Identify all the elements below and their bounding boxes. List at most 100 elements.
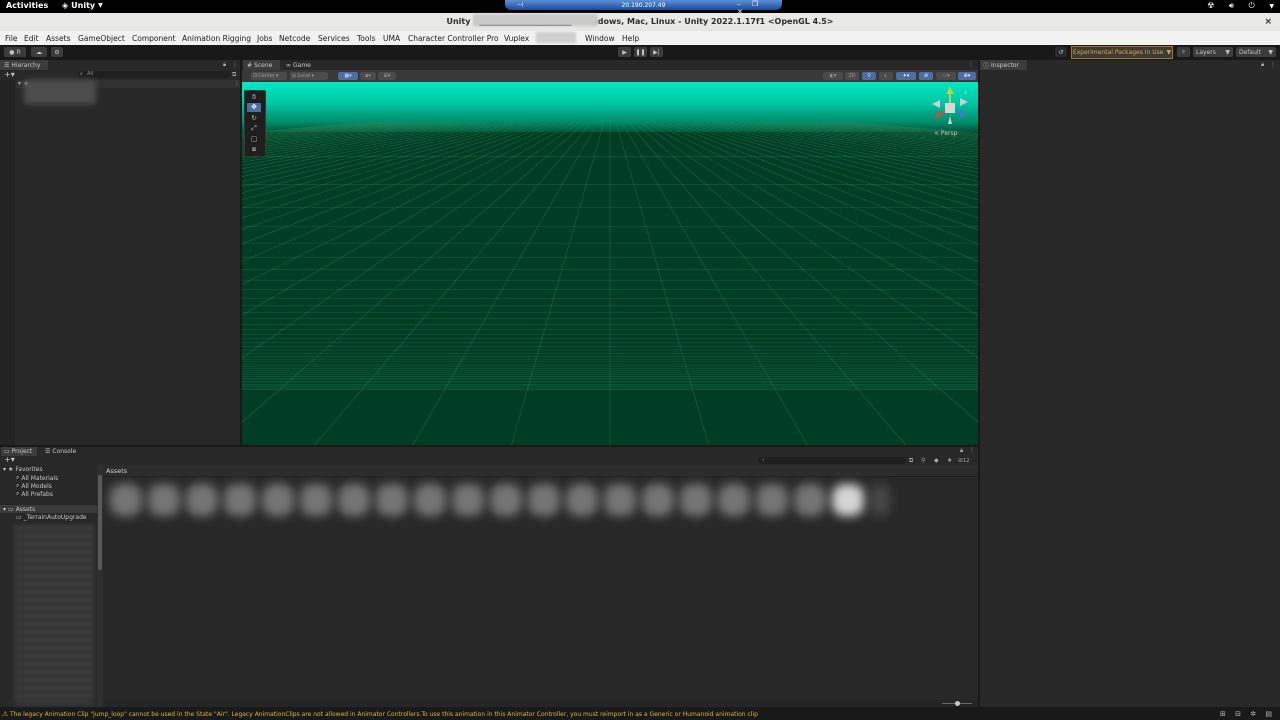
perspective-toggle[interactable]: < Persp <box>934 130 957 137</box>
menu-character-controller-pro[interactable]: Character Controller Pro <box>408 34 499 43</box>
favorite-all-materials[interactable]: ⌕ All Materials <box>16 474 58 482</box>
transform-tool-icon[interactable]: ⧇ <box>247 145 261 154</box>
cloud-button[interactable]: ☁ <box>31 47 47 57</box>
asset-thumbnail[interactable] <box>794 484 826 516</box>
menu-netcode[interactable]: Netcode <box>279 34 310 43</box>
app-menu-button[interactable]: ◈ Unity ▼ <box>62 1 103 10</box>
notifications-icon[interactable]: ▤ <box>1265 710 1272 718</box>
accessibility-icon[interactable]: ☢ <box>1207 1 1214 10</box>
star-icon[interactable]: ★ <box>947 457 952 464</box>
asset-thumbnail[interactable] <box>262 484 294 516</box>
hierarchy-search-input[interactable]: All <box>78 71 231 78</box>
snap-increment-button[interactable]: ⧈▾ <box>360 72 376 80</box>
rotate-tool-icon[interactable]: ↻ <box>247 114 261 123</box>
favorite-all-models[interactable]: ⌕ All Models <box>16 482 52 490</box>
asset-thumbnail[interactable] <box>832 484 864 516</box>
menu-window[interactable]: Window <box>585 34 615 43</box>
asset-thumbnail[interactable] <box>300 484 332 516</box>
asset-thumbnail[interactable] <box>414 484 446 516</box>
menu-gameobject[interactable]: GameObject <box>78 34 125 43</box>
debug-mode-icon[interactable]: ✲ <box>1250 710 1256 718</box>
menu-component[interactable]: Component <box>132 34 176 43</box>
scene-visibility-toggle[interactable]: ⊘ <box>919 72 933 80</box>
asset-thumbnail[interactable] <box>490 484 522 516</box>
scene-viewport[interactable] <box>242 82 978 445</box>
tab-game[interactable]: ∞ Game <box>283 60 317 70</box>
asset-thumbnail[interactable] <box>756 484 788 516</box>
lock-icon[interactable]: 🔒︎ <box>223 61 226 69</box>
rect-tool-icon[interactable]: ▢ <box>247 135 261 144</box>
asset-thumbnail[interactable] <box>566 484 598 516</box>
asset-thumbnail[interactable] <box>870 484 890 516</box>
pause-button[interactable]: ❚❚ <box>634 47 647 57</box>
status-bar[interactable]: ⚠ The legacy Animation Clip "jump_loop" … <box>0 709 1280 720</box>
scale-tool-icon[interactable]: ⤢ <box>247 124 261 133</box>
cache-icon[interactable]: ⊟ <box>1235 710 1241 718</box>
asset-thumbnail[interactable] <box>224 484 256 516</box>
tab-inspector[interactable]: ⓘ Inspector <box>980 60 1027 70</box>
search-button[interactable]: ⌕ <box>1177 47 1190 57</box>
move-tool-icon[interactable]: ✥ <box>247 103 261 112</box>
search-by-label-icon[interactable]: ⚲ <box>921 457 925 464</box>
folder-terrain-auto-upgrade[interactable]: ▭ _TerrainAutoUpgrade <box>16 514 87 521</box>
menu-assets[interactable]: Assets <box>46 34 70 43</box>
power-icon[interactable]: ⏻ <box>1249 1 1255 10</box>
menu-uma[interactable]: UMA <box>383 34 400 43</box>
step-button[interactable]: ▶| <box>650 47 663 57</box>
pivot-dropdown[interactable]: ⊡ Center ▾ <box>251 72 287 80</box>
hidden-packages-toggle[interactable]: ⊘ 12 <box>958 457 969 464</box>
menu-jobs[interactable]: Jobs <box>257 34 272 43</box>
menu-vuplex[interactable]: Vuplex <box>504 34 529 43</box>
hand-tool-icon[interactable]: ✋︎ <box>247 93 261 102</box>
more-options-icon[interactable]: ⋮ <box>969 447 975 454</box>
asset-thumbnail[interactable] <box>718 484 750 516</box>
volume-icon[interactable]: 🔊︎ <box>1229 1 1234 10</box>
account-button[interactable]: ● R <box>4 47 26 57</box>
menu-animation-rigging[interactable]: Animation Rigging <box>182 34 251 43</box>
camera-dropdown[interactable]: ▭▾ <box>936 72 956 80</box>
2d-toggle[interactable]: 2D <box>845 72 859 80</box>
experimental-packages-dropdown[interactable]: Experimental Packages In Use ▼ <box>1071 46 1173 59</box>
add-object-button[interactable]: +▾ <box>4 70 15 79</box>
menu-file[interactable]: File <box>5 34 18 43</box>
more-options-icon[interactable]: ⋮ <box>1270 61 1276 68</box>
asset-thumbnail[interactable] <box>110 484 142 516</box>
tag-icon[interactable]: ◆ <box>934 457 939 464</box>
breadcrumb-assets[interactable]: Assets <box>106 467 127 475</box>
undo-history-button[interactable]: ↺ <box>1055 47 1067 57</box>
asset-thumbnail[interactable] <box>148 484 180 516</box>
activities-button[interactable]: Activities <box>6 1 48 10</box>
asset-thumbnail[interactable] <box>452 484 484 516</box>
asset-thumbnail[interactable] <box>642 484 674 516</box>
slider-knob[interactable] <box>955 701 960 706</box>
favorite-all-prefabs[interactable]: ⌕ All Prefabs <box>16 490 53 498</box>
tab-scene[interactable]: # Scene <box>243 60 280 70</box>
lock-icon[interactable]: 🔒︎ <box>1261 61 1264 69</box>
scene-visibility-icon[interactable]: ⧉ <box>232 71 236 79</box>
lock-icon[interactable]: 🔒︎ <box>960 447 963 455</box>
assets-root-node[interactable]: ▾ ▭ Assets <box>0 505 97 513</box>
restore-icon[interactable]: ❐ <box>752 0 758 8</box>
tab-hierarchy[interactable]: ☰ Hierarchy <box>0 60 48 70</box>
menu-tools[interactable]: Tools <box>357 34 375 43</box>
asset-thumbnail[interactable] <box>376 484 408 516</box>
ruler-button[interactable]: ⊞▾ <box>378 72 396 80</box>
settings-button[interactable]: ⚙ <box>51 47 63 57</box>
more-options-icon[interactable]: ⋮ <box>968 61 974 68</box>
gizmos-dropdown[interactable]: ⊕▾ <box>958 72 976 80</box>
minimize-icon[interactable]: – <box>737 0 741 8</box>
search-by-type-icon[interactable]: ⧉ <box>909 457 913 465</box>
draw-mode-dropdown[interactable]: ◐▾ <box>823 72 843 80</box>
chevron-down-icon[interactable]: ▼ <box>1269 3 1274 10</box>
tab-console[interactable]: ☰ Console <box>43 447 79 456</box>
progress-icon[interactable]: ⊞ <box>1220 710 1226 718</box>
scrollbar-thumb[interactable] <box>98 475 102 570</box>
asset-thumbnail[interactable] <box>338 484 370 516</box>
create-asset-button[interactable]: +▾ <box>4 455 15 464</box>
play-button[interactable]: ▶ <box>618 47 631 57</box>
layers-dropdown[interactable]: Layers ▼ <box>1193 47 1233 57</box>
asset-thumbnail[interactable] <box>186 484 218 516</box>
more-options-icon[interactable]: ⋮ <box>232 61 238 68</box>
more-options-icon[interactable]: ⋮ <box>234 80 240 87</box>
status-message[interactable]: The legacy Animation Clip "jump_loop" ca… <box>10 711 758 718</box>
